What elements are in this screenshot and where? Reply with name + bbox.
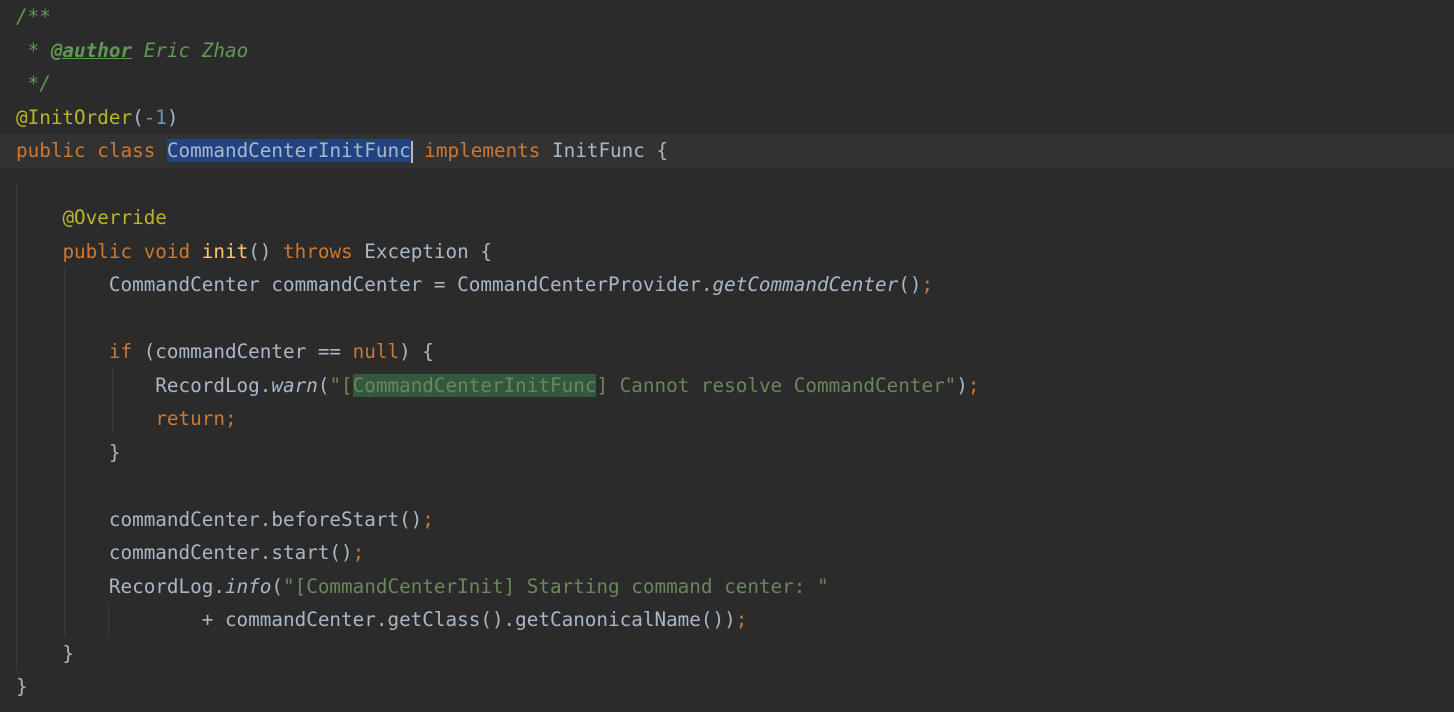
code-token: info: [224, 574, 272, 598]
code-line[interactable]: }: [0, 436, 1454, 470]
code-line[interactable]: commandCenter.beforeStart();: [0, 503, 1454, 537]
code-token: "[CommandCenterInit] Starting command ce…: [283, 574, 829, 598]
code-line[interactable]: @Override: [0, 201, 1454, 235]
code-token: /**: [16, 5, 51, 28]
code-token: @InitOrder: [16, 105, 133, 129]
code-token: Exception {: [364, 239, 492, 263]
code-token: */: [16, 72, 51, 95]
code-token: ;: [921, 273, 934, 296]
code-token: InitFunc {: [552, 139, 669, 162]
code-token: ): [956, 373, 968, 397]
code-token: null: [352, 340, 400, 363]
code-token: }: [16, 675, 28, 698]
code-token: RecordLog.: [16, 574, 225, 598]
code-line[interactable]: */: [0, 67, 1454, 101]
code-token: (: [317, 373, 330, 397]
code-token: ) {: [399, 340, 434, 363]
code-line[interactable]: [0, 168, 1454, 202]
code-token: getCommandCenter: [712, 273, 899, 296]
code-line[interactable]: RecordLog.warn("[CommandCenterInitFunc] …: [0, 369, 1454, 403]
code-token: (: [132, 105, 144, 129]
code-token: Eric Zhao: [132, 38, 249, 62]
code-line[interactable]: public class CommandCenterInitFunc imple…: [0, 134, 1454, 168]
code-token: RecordLog.: [16, 373, 272, 397]
code-token: commandCenter.start(): [16, 541, 353, 564]
code-token: *: [16, 38, 51, 62]
code-token: @author: [50, 38, 133, 62]
code-line[interactable]: CommandCenter commandCenter = CommandCen…: [0, 268, 1454, 302]
code-line[interactable]: [0, 302, 1454, 336]
code-token: @Override: [62, 206, 167, 229]
code-line[interactable]: commandCenter.start();: [0, 536, 1454, 570]
code-token: + commandCenter.getClass().getCanonicalN…: [16, 608, 736, 631]
code-line[interactable]: @InitOrder(-1): [0, 101, 1454, 135]
code-token: return;: [155, 407, 237, 430]
code-line[interactable]: RecordLog.info("[CommandCenterInit] Star…: [0, 570, 1454, 604]
code-token: ;: [422, 507, 434, 531]
code-token: (): [248, 239, 284, 263]
code-token: warn: [271, 373, 318, 397]
code-token: -1: [143, 105, 167, 129]
code-token: ): [166, 105, 179, 129]
code-token: (: [271, 574, 283, 598]
code-line[interactable]: public void init() throws Exception {: [0, 235, 1454, 269]
code-token: CommandCenter commandCenter = CommandCen…: [16, 273, 713, 296]
code-token: init: [201, 239, 249, 263]
code-line[interactable]: }: [0, 670, 1454, 704]
code-token: ] Cannot resolve CommandCenter": [596, 373, 957, 397]
code-line[interactable]: * @author Eric Zhao: [0, 34, 1454, 68]
code-token: commandCenter.beforeStart(): [16, 507, 423, 531]
code-token: (commandCenter ==: [143, 340, 353, 363]
code-line[interactable]: return;: [0, 402, 1454, 436]
code-token: public void: [62, 239, 202, 263]
code-token: }: [16, 440, 121, 464]
code-token: ;: [967, 373, 980, 397]
code-token: if: [108, 340, 144, 363]
code-token: (): [898, 273, 922, 296]
code-token: implements: [412, 139, 553, 162]
code-line[interactable]: /**: [0, 0, 1454, 34]
code-token: ;: [352, 541, 365, 564]
code-token: CommandCenterInitFunc: [166, 139, 411, 162]
code-editor[interactable]: /** * @author Eric Zhao */@InitOrder(-1)…: [0, 0, 1454, 712]
code-token: public class: [16, 139, 167, 162]
code-token: ;: [735, 608, 748, 631]
code-token: }: [16, 641, 75, 665]
code-line[interactable]: if (commandCenter == null) {: [0, 335, 1454, 369]
code-token: throws: [283, 239, 365, 263]
code-line[interactable]: }: [0, 637, 1454, 671]
code-token: "[: [329, 373, 353, 397]
code-token: CommandCenterInitFunc: [352, 373, 597, 397]
code-line[interactable]: [0, 469, 1454, 503]
code-line[interactable]: + commandCenter.getClass().getCanonicalN…: [0, 603, 1454, 637]
